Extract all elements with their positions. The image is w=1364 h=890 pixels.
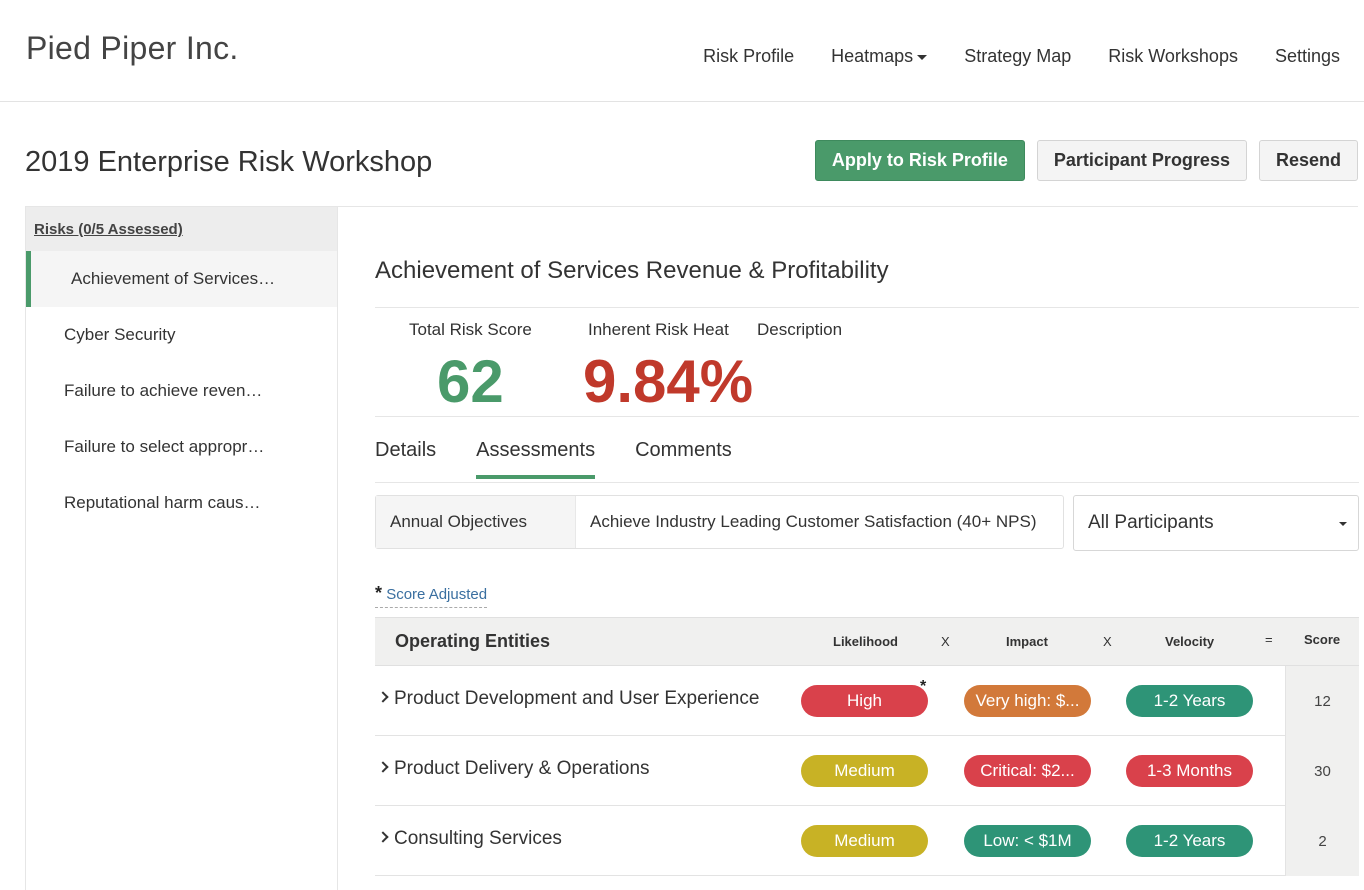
annual-objectives-label: Annual Objectives [376, 496, 576, 548]
multiply-sign: X [1103, 634, 1112, 649]
main-nav: Risk Profile Heatmaps Strategy Map Risk … [703, 46, 1340, 67]
participants-select[interactable]: All Participants [1073, 495, 1359, 551]
sidebar-item-achievement[interactable]: Achievement of Services… [26, 251, 337, 307]
multiply-sign: X [941, 634, 950, 649]
brand-logo[interactable]: Pied Piper Inc. [26, 30, 239, 67]
impact-pill[interactable]: Critical: $2... [964, 755, 1091, 787]
table-header: Operating Entities Likelihood X Impact X… [375, 617, 1359, 666]
likelihood-pill[interactable]: High [801, 685, 928, 717]
participants-select-value: All Participants [1088, 512, 1214, 533]
risks-sidebar: Risks (0/5 Assessed) Achievement of Serv… [25, 207, 338, 890]
equals-sign: = [1265, 632, 1273, 647]
tabs-divider [375, 482, 1359, 483]
nav-strategy-map[interactable]: Strategy Map [964, 46, 1071, 67]
entity-name[interactable]: Product Development and User Experience [394, 688, 759, 710]
tab-assessments[interactable]: Assessments [476, 439, 596, 479]
entity-name[interactable]: Consulting Services [394, 828, 562, 850]
score-value: 2 [1285, 806, 1359, 876]
column-header-entities: Operating Entities [395, 631, 551, 651]
divider [375, 416, 1359, 417]
entity-name[interactable]: Product Delivery & Operations [394, 758, 650, 780]
chevron-right-icon[interactable] [377, 831, 389, 843]
description-label[interactable]: Description [757, 320, 842, 340]
sidebar-item-reputational-harm[interactable]: Reputational harm caus… [26, 475, 337, 531]
impact-pill[interactable]: Very high: $... [964, 685, 1091, 717]
score-adjusted-legend: * Score Adjusted [375, 583, 488, 608]
divider [375, 307, 1359, 308]
inherent-risk-heat-value: 9.84% [583, 348, 754, 415]
risk-title: Achievement of Services Revenue & Profit… [375, 257, 889, 284]
apply-to-risk-profile-button[interactable]: Apply to Risk Profile [814, 140, 1025, 181]
column-header-velocity: Velocity [1165, 634, 1215, 649]
velocity-pill[interactable]: 1-2 Years [1126, 685, 1253, 717]
table-row: Consulting Services Medium Low: < $1M 1-… [375, 806, 1359, 876]
likelihood-pill[interactable]: Medium [801, 755, 928, 787]
score-adjusted-asterisk: * [920, 678, 927, 695]
annual-objectives-value: Achieve Industry Leading Customer Satisf… [590, 512, 1037, 531]
score-value: 30 [1285, 736, 1359, 806]
tab-comments[interactable]: Comments [635, 439, 732, 479]
page-title: 2019 Enterprise Risk Workshop [25, 146, 433, 178]
column-header-score: Score [1304, 632, 1341, 647]
sidebar-item-cyber-security[interactable]: Cyber Security [26, 307, 337, 363]
table-row: Product Development and User Experience … [375, 666, 1359, 736]
participant-progress-button[interactable]: Participant Progress [1036, 140, 1247, 181]
column-header-impact: Impact [1006, 634, 1048, 649]
risk-tabs: Details Assessments Comments [375, 439, 732, 479]
nav-heatmaps-label: Heatmaps [831, 46, 914, 66]
velocity-pill[interactable]: 1-3 Months [1126, 755, 1253, 787]
chevron-right-icon[interactable] [377, 761, 389, 773]
nav-settings[interactable]: Settings [1275, 46, 1340, 67]
nav-heatmaps[interactable]: Heatmaps [831, 46, 928, 67]
total-risk-score-value: 62 [437, 348, 504, 415]
velocity-pill[interactable]: 1-2 Years [1126, 825, 1253, 857]
score-adjusted-link[interactable]: Score Adjusted [386, 586, 487, 603]
operating-entities-table: Operating Entities Likelihood X Impact X… [375, 617, 1359, 876]
impact-pill[interactable]: Low: < $1M [964, 825, 1091, 857]
nav-risk-workshops[interactable]: Risk Workshops [1108, 46, 1238, 67]
caret-down-icon [917, 54, 928, 60]
nav-risk-profile[interactable]: Risk Profile [703, 46, 794, 67]
column-header-likelihood: Likelihood [833, 634, 898, 649]
risks-header-link[interactable]: Risks (0/5 Assessed) [26, 207, 337, 251]
total-risk-score-label: Total Risk Score [409, 320, 532, 339]
tab-details[interactable]: Details [375, 439, 436, 479]
sidebar-item-failure-revenue[interactable]: Failure to achieve reven… [26, 363, 337, 419]
table-row: Product Delivery & Operations Medium Cri… [375, 736, 1359, 806]
sidebar-item-failure-select[interactable]: Failure to select appropr… [26, 419, 337, 475]
resend-button[interactable]: Resend [1258, 140, 1358, 181]
asterisk-icon: * [375, 583, 383, 603]
inherent-risk-heat-label: Inherent Risk Heat [588, 320, 729, 339]
annual-objectives-field: Annual Objectives Achieve Industry Leadi… [375, 495, 1064, 549]
caret-down-icon [1339, 522, 1347, 526]
page-actions: Apply to Risk Profile Participant Progre… [814, 140, 1358, 181]
score-value: 12 [1285, 666, 1359, 736]
likelihood-pill[interactable]: Medium [801, 825, 928, 857]
chevron-right-icon[interactable] [377, 691, 389, 703]
top-navbar: Pied Piper Inc. Risk Profile Heatmaps St… [0, 0, 1364, 102]
